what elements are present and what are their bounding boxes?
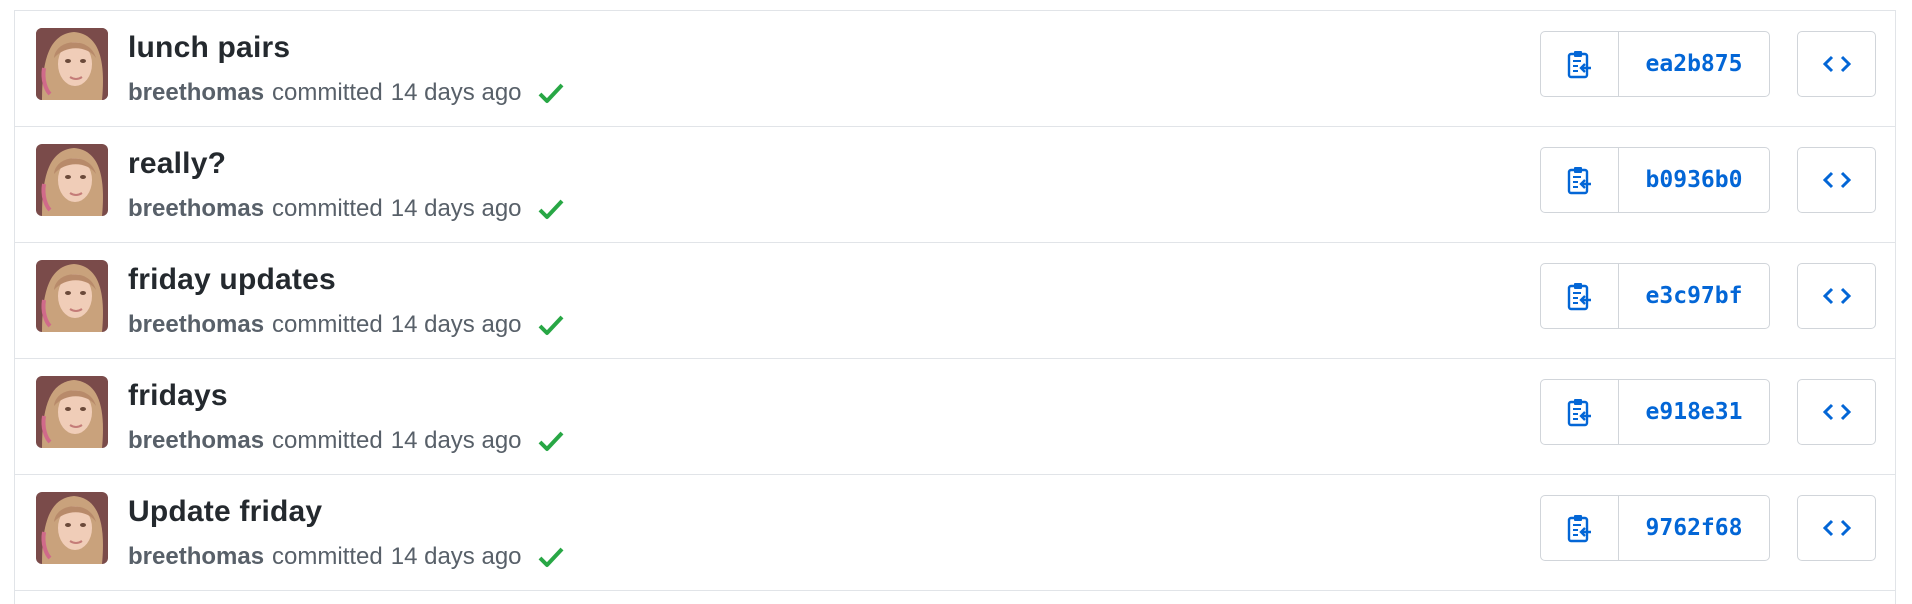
copy-sha-button[interactable] <box>1541 264 1619 328</box>
code-icon <box>1822 519 1851 537</box>
avatar[interactable] <box>36 28 108 100</box>
commit-meta: breethomas committed 14 days ago <box>128 79 564 107</box>
sha-link[interactable]: 9762f68 <box>1619 496 1769 560</box>
commit-row: friday updates breethomas committed 14 d… <box>15 243 1895 359</box>
commit-action: committed <box>272 311 383 338</box>
copy-sha-button[interactable] <box>1541 148 1619 212</box>
check-icon[interactable] <box>538 546 564 568</box>
commit-author[interactable]: breethomas <box>128 427 264 455</box>
clippy-icon <box>1567 167 1591 195</box>
code-icon <box>1822 287 1851 305</box>
copy-sha-button[interactable] <box>1541 380 1619 444</box>
commit-author[interactable]: breethomas <box>128 79 264 107</box>
commit-action: committed <box>272 427 383 454</box>
check-icon[interactable] <box>538 314 564 336</box>
sha-button-group: e3c97bf <box>1540 263 1770 329</box>
check-icon[interactable] <box>538 82 564 104</box>
commit-row: Update friday breethomas committed 14 da… <box>15 475 1895 591</box>
check-icon[interactable] <box>538 198 564 220</box>
commit-meta: breethomas committed 14 days ago <box>128 311 564 339</box>
commit-meta: breethomas committed 14 days ago <box>128 543 564 571</box>
commit-row: really? breethomas committed 14 days ago… <box>15 127 1895 243</box>
commit-meta: breethomas committed 14 days ago <box>128 195 564 223</box>
avatar[interactable] <box>36 492 108 564</box>
avatar[interactable] <box>36 260 108 332</box>
commit-action: committed <box>272 79 383 106</box>
commit-action: committed <box>272 195 383 222</box>
commit-action: committed <box>272 543 383 570</box>
clippy-icon <box>1567 515 1591 543</box>
sha-button-group: 9762f68 <box>1540 495 1770 561</box>
sha-link[interactable]: ea2b875 <box>1619 32 1769 96</box>
commit-row: fridays breethomas committed 14 days ago… <box>15 359 1895 475</box>
browse-tree-button[interactable] <box>1797 31 1876 97</box>
commit-time: 14 days ago <box>390 427 522 454</box>
avatar-image <box>36 376 108 448</box>
avatar-image <box>36 260 108 332</box>
browse-tree-button[interactable] <box>1797 495 1876 561</box>
code-icon <box>1822 171 1851 189</box>
browse-tree-button[interactable] <box>1797 379 1876 445</box>
commit-list: lunch pairs breethomas committed 14 days… <box>14 10 1896 604</box>
commit-author[interactable]: breethomas <box>128 195 264 223</box>
clippy-icon <box>1567 51 1591 79</box>
avatar-image <box>36 492 108 564</box>
browse-tree-button[interactable] <box>1797 147 1876 213</box>
commit-author[interactable]: breethomas <box>128 543 264 571</box>
copy-sha-button[interactable] <box>1541 496 1619 560</box>
sha-button-group: b0936b0 <box>1540 147 1770 213</box>
commit-title[interactable]: fridays <box>128 379 228 413</box>
commit-author[interactable]: breethomas <box>128 311 264 339</box>
code-icon <box>1822 403 1851 421</box>
commit-time: 14 days ago <box>390 79 522 106</box>
check-icon[interactable] <box>538 430 564 452</box>
sha-link[interactable]: b0936b0 <box>1619 148 1769 212</box>
avatar[interactable] <box>36 376 108 448</box>
commit-row: lunch pairs breethomas committed 14 days… <box>15 11 1895 127</box>
clippy-icon <box>1567 399 1591 427</box>
avatar-image <box>36 28 108 100</box>
browse-tree-button[interactable] <box>1797 263 1876 329</box>
avatar[interactable] <box>36 144 108 216</box>
commit-title[interactable]: Update friday <box>128 495 322 529</box>
commit-title[interactable]: really? <box>128 147 226 181</box>
sha-link[interactable]: e918e31 <box>1619 380 1769 444</box>
clippy-icon <box>1567 283 1591 311</box>
sha-button-group: e918e31 <box>1540 379 1770 445</box>
commit-time: 14 days ago <box>390 195 522 222</box>
sha-link[interactable]: e3c97bf <box>1619 264 1769 328</box>
commit-time: 14 days ago <box>390 543 522 570</box>
avatar-image <box>36 144 108 216</box>
commit-meta: breethomas committed 14 days ago <box>128 427 564 455</box>
code-icon <box>1822 55 1851 73</box>
commit-title[interactable]: lunch pairs <box>128 31 290 65</box>
copy-sha-button[interactable] <box>1541 32 1619 96</box>
sha-button-group: ea2b875 <box>1540 31 1770 97</box>
commit-title[interactable]: friday updates <box>128 263 336 297</box>
commit-time: 14 days ago <box>390 311 522 338</box>
